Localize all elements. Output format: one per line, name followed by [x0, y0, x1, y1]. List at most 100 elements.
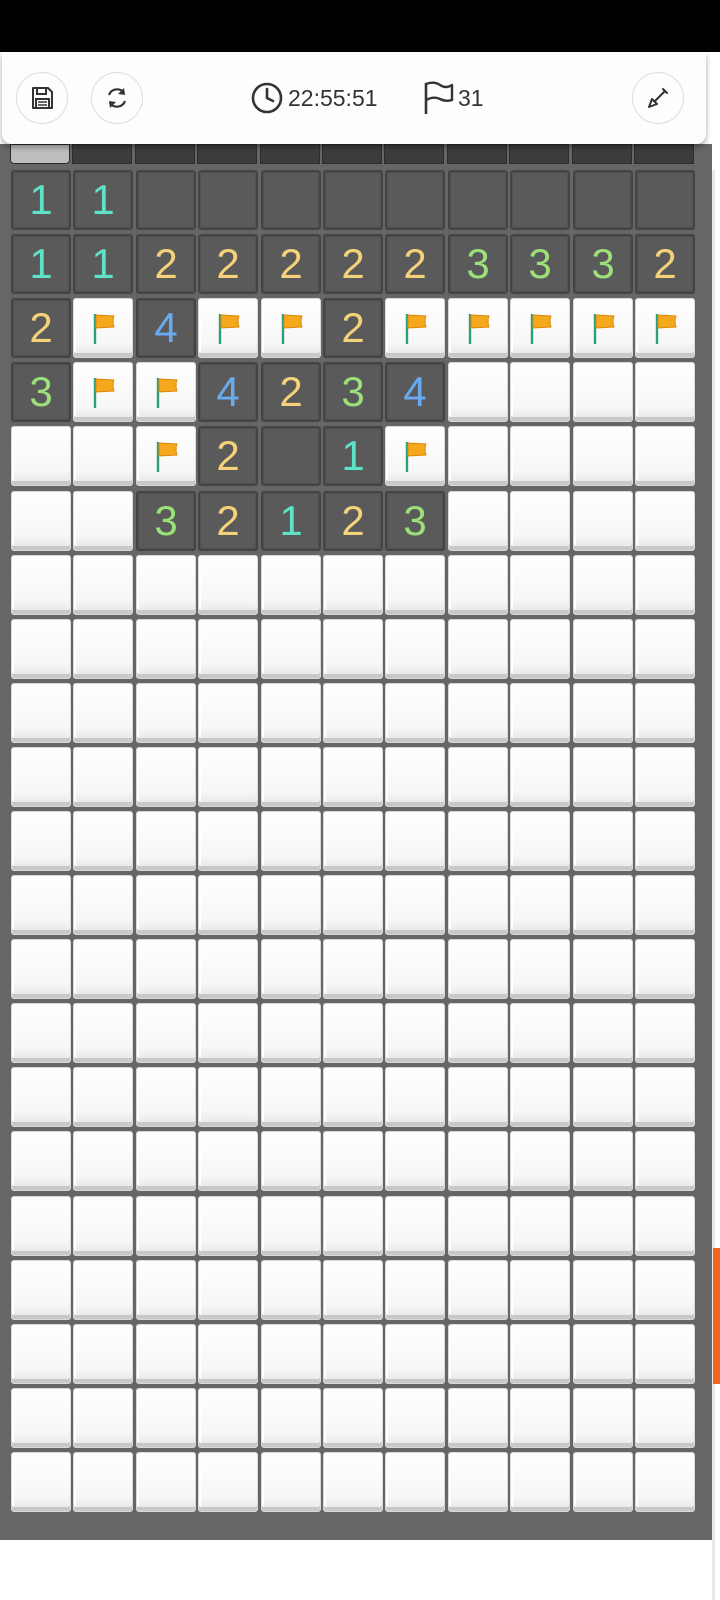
unopened-cell[interactable]	[73, 1324, 133, 1384]
unopened-cell[interactable]	[323, 619, 383, 679]
unopened-cell[interactable]	[136, 1452, 196, 1512]
number-cell[interactable]: 2	[323, 491, 383, 551]
unopened-cell[interactable]	[323, 1003, 383, 1063]
unopened-cell[interactable]	[510, 555, 570, 615]
unopened-cell[interactable]	[635, 1452, 695, 1512]
unopened-cell[interactable]	[573, 1067, 633, 1127]
unopened-cell[interactable]	[510, 1131, 570, 1191]
number-cell[interactable]: 2	[261, 362, 321, 422]
unopened-cell[interactable]	[323, 1131, 383, 1191]
unopened-cell[interactable]	[385, 939, 445, 999]
unopened-cell[interactable]	[198, 939, 258, 999]
flagged-cell[interactable]	[510, 298, 570, 358]
unopened-cell[interactable]	[573, 1324, 633, 1384]
unopened-cell[interactable]	[635, 1067, 695, 1127]
empty-cell[interactable]	[136, 170, 196, 230]
number-cell[interactable]: 1	[73, 170, 133, 230]
unopened-cell[interactable]	[261, 939, 321, 999]
unopened-cell[interactable]	[510, 1003, 570, 1063]
unopened-cell[interactable]	[261, 555, 321, 615]
unopened-cell[interactable]	[448, 1388, 508, 1448]
unopened-cell[interactable]	[573, 362, 633, 422]
number-cell[interactable]: 2	[635, 234, 695, 294]
unopened-cell[interactable]	[573, 747, 633, 807]
number-cell[interactable]: 2	[385, 234, 445, 294]
unopened-cell[interactable]	[510, 939, 570, 999]
unopened-cell[interactable]	[198, 619, 258, 679]
unopened-cell[interactable]	[323, 1324, 383, 1384]
unopened-cell[interactable]	[261, 1131, 321, 1191]
unopened-cell[interactable]	[136, 811, 196, 871]
number-cell[interactable]: 2	[136, 234, 196, 294]
empty-cell[interactable]	[573, 170, 633, 230]
unopened-cell[interactable]	[323, 875, 383, 935]
unopened-cell[interactable]	[448, 1260, 508, 1320]
unopened-cell[interactable]	[635, 426, 695, 486]
unopened-cell[interactable]	[261, 1067, 321, 1127]
unopened-cell[interactable]	[136, 1388, 196, 1448]
unopened-cell[interactable]	[573, 683, 633, 743]
unopened-cell[interactable]	[261, 811, 321, 871]
unopened-cell[interactable]	[510, 619, 570, 679]
unopened-cell[interactable]	[261, 1324, 321, 1384]
number-cell[interactable]: 1	[261, 491, 321, 551]
number-cell[interactable]: 1	[73, 234, 133, 294]
unopened-cell[interactable]	[385, 1067, 445, 1127]
flagged-cell[interactable]	[73, 298, 133, 358]
unopened-cell[interactable]	[510, 811, 570, 871]
empty-cell[interactable]	[448, 170, 508, 230]
unopened-cell[interactable]	[73, 1067, 133, 1127]
unopened-cell[interactable]	[73, 1260, 133, 1320]
unopened-cell[interactable]	[323, 1196, 383, 1256]
unopened-cell[interactable]	[11, 747, 71, 807]
unopened-cell[interactable]	[510, 683, 570, 743]
unopened-cell[interactable]	[573, 811, 633, 871]
empty-cell[interactable]	[198, 170, 258, 230]
flagged-cell[interactable]	[73, 362, 133, 422]
unopened-cell[interactable]	[510, 1260, 570, 1320]
flagged-cell[interactable]	[573, 298, 633, 358]
empty-cell[interactable]	[385, 170, 445, 230]
unopened-cell[interactable]	[573, 1003, 633, 1063]
number-cell[interactable]: 2	[11, 298, 71, 358]
unopened-cell[interactable]	[323, 1260, 383, 1320]
unopened-cell[interactable]	[510, 1388, 570, 1448]
unopened-cell[interactable]	[635, 555, 695, 615]
unopened-cell[interactable]	[323, 939, 383, 999]
unopened-cell[interactable]	[323, 811, 383, 871]
number-cell[interactable]: 1	[11, 170, 71, 230]
unopened-cell[interactable]	[635, 683, 695, 743]
unopened-cell[interactable]	[635, 747, 695, 807]
unopened-cell[interactable]	[198, 1196, 258, 1256]
unopened-cell[interactable]	[635, 811, 695, 871]
unopened-cell[interactable]	[510, 426, 570, 486]
number-cell[interactable]: 3	[448, 234, 508, 294]
unopened-cell[interactable]	[11, 1452, 71, 1512]
unopened-cell[interactable]	[385, 811, 445, 871]
unopened-cell[interactable]	[73, 1452, 133, 1512]
unopened-cell[interactable]	[323, 747, 383, 807]
unopened-cell[interactable]	[510, 1324, 570, 1384]
number-cell[interactable]: 2	[198, 234, 258, 294]
flagged-cell[interactable]	[136, 362, 196, 422]
unopened-cell[interactable]	[136, 555, 196, 615]
unopened-cell[interactable]	[448, 875, 508, 935]
unopened-cell[interactable]	[573, 1260, 633, 1320]
unopened-cell[interactable]	[73, 1388, 133, 1448]
save-button[interactable]	[16, 72, 68, 124]
unopened-cell[interactable]	[73, 426, 133, 486]
unopened-cell[interactable]	[136, 1003, 196, 1063]
unopened-cell[interactable]	[448, 491, 508, 551]
unopened-cell[interactable]	[510, 747, 570, 807]
unopened-cell[interactable]	[635, 1131, 695, 1191]
unopened-cell[interactable]	[261, 1388, 321, 1448]
unopened-cell[interactable]	[261, 1196, 321, 1256]
unopened-cell[interactable]	[385, 1196, 445, 1256]
flagged-cell[interactable]	[635, 298, 695, 358]
unopened-cell[interactable]	[136, 747, 196, 807]
unopened-cell[interactable]	[73, 491, 133, 551]
restart-button[interactable]	[91, 72, 143, 124]
unopened-cell[interactable]	[385, 1452, 445, 1512]
unopened-cell[interactable]	[198, 1067, 258, 1127]
unopened-cell[interactable]	[73, 747, 133, 807]
